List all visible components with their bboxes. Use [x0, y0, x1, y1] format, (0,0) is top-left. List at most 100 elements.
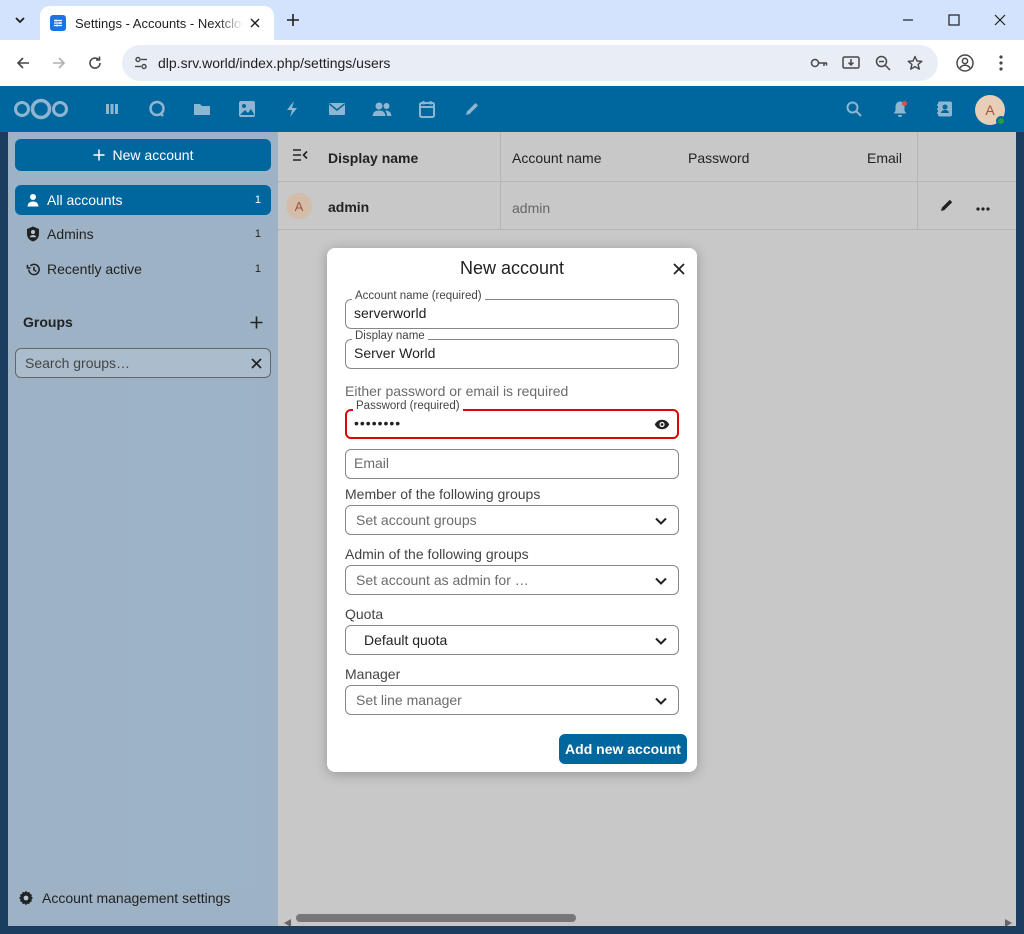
row-avatar: A — [286, 193, 312, 219]
browser-tab-active[interactable]: Settings - Accounts - Nextcloud — [40, 6, 274, 40]
manager-select[interactable]: Set line manager — [345, 685, 679, 715]
reload-icon[interactable] — [81, 49, 109, 77]
scroll-right-arrow-icon[interactable] — [1004, 914, 1012, 926]
gear-icon — [19, 890, 33, 906]
forward-arrow-icon[interactable] — [45, 49, 73, 77]
online-status-dot — [996, 116, 1006, 126]
row-account-name: admin — [512, 200, 551, 216]
quota-value: Default quota — [364, 632, 448, 648]
group-search-field[interactable] — [15, 348, 271, 378]
password-field[interactable]: Password (required) — [345, 400, 679, 439]
mail-envelope-icon[interactable] — [326, 98, 348, 120]
address-url[interactable]: dlp.srv.world/index.php/settings/users — [158, 55, 390, 71]
password-input[interactable] — [354, 415, 644, 431]
close-dialog-icon[interactable] — [669, 259, 689, 279]
password-key-icon[interactable] — [808, 52, 830, 74]
group-search-input[interactable] — [16, 349, 236, 377]
sidebar-item-label: Admins — [47, 226, 94, 242]
browser-menu-icon[interactable] — [987, 49, 1015, 77]
contacts-menu-icon[interactable] — [934, 98, 956, 120]
edit-pencil-icon[interactable] — [940, 198, 956, 214]
minimize-window-icon[interactable] — [894, 6, 922, 34]
calendar-icon[interactable] — [416, 98, 438, 120]
chevron-down-icon — [654, 514, 668, 528]
files-folder-icon[interactable] — [191, 98, 213, 120]
close-window-icon[interactable] — [986, 6, 1014, 34]
site-info-tune-icon[interactable] — [130, 52, 152, 74]
dialog-title: New account — [459, 258, 565, 278]
unified-search-icon[interactable] — [843, 98, 865, 120]
password-email-hint: Either password or email is required — [345, 383, 569, 399]
notes-pencil-icon[interactable] — [461, 98, 483, 120]
member-groups-label: Member of the following groups — [345, 486, 541, 502]
clear-search-close-icon[interactable] — [248, 355, 264, 371]
dashboard-app-icon[interactable] — [101, 98, 123, 120]
browser-toolbar: dlp.srv.world/index.php/settings/users — [0, 40, 1024, 86]
chevron-down-icon — [654, 634, 668, 648]
bookmark-star-icon[interactable] — [904, 52, 926, 74]
notifications-bell-icon[interactable] — [889, 98, 911, 120]
admin-groups-select[interactable]: Set account as admin for … — [345, 565, 679, 595]
history-clock-icon — [25, 261, 41, 277]
zoom-out-icon[interactable] — [872, 52, 894, 74]
search-app-icon[interactable] — [146, 98, 168, 120]
show-password-eye-icon[interactable] — [653, 416, 671, 432]
admin-groups-placeholder: Set account as admin for … — [356, 572, 529, 588]
account-management-settings-link[interactable]: Account management settings — [18, 890, 230, 906]
sidebar-item-admins[interactable]: Admins 1 — [15, 219, 271, 249]
tab-search-chevron-icon[interactable] — [8, 8, 32, 32]
manager-placeholder: Set line manager — [356, 692, 462, 708]
browser-tabbar: Settings - Accounts - Nextcloud — [0, 0, 1024, 40]
sidebar-item-recently-active[interactable]: Recently active 1 — [15, 254, 271, 284]
add-group-plus-icon[interactable] — [246, 312, 266, 332]
display-name-input[interactable] — [354, 345, 644, 361]
account-name-field[interactable]: Account name (required) — [345, 290, 679, 329]
chevron-down-icon — [654, 694, 668, 708]
member-groups-placeholder: Set account groups — [356, 512, 477, 528]
member-groups-select[interactable]: Set account groups — [345, 505, 679, 535]
back-arrow-icon[interactable] — [9, 49, 37, 77]
groups-heading: Groups — [23, 314, 73, 330]
column-account-name[interactable]: Account name — [512, 150, 602, 166]
install-app-icon[interactable] — [840, 52, 862, 74]
tab-close-icon[interactable] — [246, 14, 264, 32]
display-name-label: Display name — [352, 330, 428, 342]
user-icon — [25, 192, 41, 208]
column-password[interactable]: Password — [688, 150, 749, 166]
toggle-navigation-menu-icon[interactable] — [292, 148, 310, 164]
sidebar-item-label: All accounts — [47, 192, 123, 208]
contacts-people-icon[interactable] — [371, 98, 393, 120]
scroll-left-arrow-icon[interactable] — [284, 914, 292, 926]
navigation-sidebar — [8, 132, 278, 926]
table-row[interactable]: A admin admin — [278, 182, 1016, 230]
new-tab-plus-icon[interactable] — [282, 9, 304, 31]
password-label: Password (required) — [353, 400, 463, 412]
more-actions-icon[interactable] — [976, 198, 992, 214]
account-name-input[interactable] — [354, 305, 644, 321]
column-display-name[interactable]: Display name — [328, 150, 418, 166]
row-display-name: admin — [328, 199, 370, 215]
nextcloud-logo-icon[interactable] — [12, 97, 70, 121]
quota-select[interactable]: Default quota — [345, 625, 679, 655]
photos-image-icon[interactable] — [236, 98, 258, 120]
account-name-label: Account name (required) — [352, 290, 485, 302]
maximize-window-icon[interactable] — [940, 6, 968, 34]
tab-title: Settings - Accounts - Nextcloud — [75, 15, 243, 31]
activity-lightning-icon[interactable] — [281, 98, 303, 120]
column-email[interactable]: Email — [867, 150, 902, 166]
new-account-button[interactable]: New account — [15, 139, 271, 171]
sidebar-item-label: Recently active — [47, 261, 142, 277]
sidebar-item-all-accounts[interactable]: All accounts 1 — [15, 185, 271, 215]
profile-icon[interactable] — [951, 49, 979, 77]
email-field[interactable] — [345, 449, 679, 479]
horizontal-scrollbar[interactable] — [296, 914, 576, 922]
add-new-account-button[interactable]: Add new account — [559, 734, 687, 764]
email-input[interactable] — [354, 455, 644, 471]
new-account-label: New account — [112, 147, 194, 163]
plus-icon — [93, 149, 105, 161]
table-header: Display name Account name Password Email — [278, 132, 1016, 182]
address-bar[interactable]: dlp.srv.world/index.php/settings/users — [122, 45, 938, 81]
chevron-down-icon — [654, 574, 668, 588]
nextcloud-settings-favicon-icon — [50, 15, 66, 31]
display-name-field[interactable]: Display name — [345, 330, 679, 369]
